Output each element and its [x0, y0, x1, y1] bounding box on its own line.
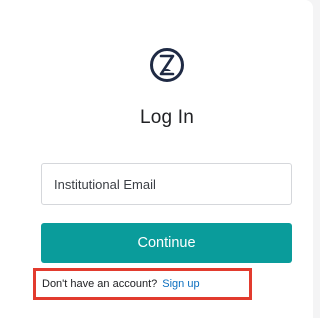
page-title: Log In	[139, 107, 195, 128]
signup-prompt-text: Don't have an account?	[42, 278, 158, 290]
login-card: Log In Continue Don't have an account? S…	[0, 0, 313, 318]
signup-prompt-row: Don't have an account? Sign up	[33, 268, 252, 300]
continue-button[interactable]: Continue	[41, 223, 292, 263]
hourglass-logo-icon	[150, 48, 184, 82]
signup-link[interactable]: Sign up	[162, 278, 199, 290]
email-field[interactable]	[41, 163, 292, 205]
